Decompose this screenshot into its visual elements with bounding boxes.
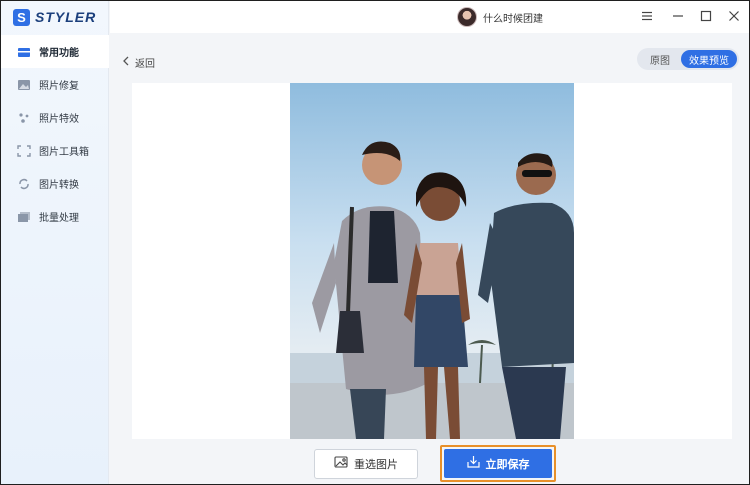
menu-icon[interactable] <box>640 9 654 23</box>
sidebar-item-batch[interactable]: 批量处理 <box>1 200 109 233</box>
avatar[interactable] <box>457 7 477 27</box>
image-restore-icon <box>17 79 31 91</box>
main-panel: 返回 原图 效果预览 重选图片 立即保存 <box>110 33 749 484</box>
action-bar: 重选图片 立即保存 <box>110 439 749 484</box>
username: 什么时候团建 <box>483 13 543 25</box>
image-icon <box>334 455 348 473</box>
save-now-button[interactable]: 立即保存 <box>444 449 552 478</box>
sidebar-item-label: 图片转换 <box>39 180 79 191</box>
sidebar-item-image-convert[interactable]: 图片转换 <box>1 167 109 200</box>
reselect-label: 重选图片 <box>354 459 398 471</box>
toolbox-icon <box>17 46 31 58</box>
logo-mark: S <box>13 8 30 26</box>
sidebar-item-photo-effects[interactable]: 照片特效 <box>1 101 109 134</box>
photo-illustration <box>290 83 574 439</box>
convert-cycle-icon <box>17 178 31 190</box>
sidebar-nav: 常用功能 照片修复 照片特效 图片工具箱 图片转换 批量处理 <box>1 35 109 233</box>
back-button[interactable]: 返回 <box>122 53 155 71</box>
sidebar-item-image-toolbox[interactable]: 图片工具箱 <box>1 134 109 167</box>
app-name: STYLER <box>35 9 97 25</box>
toggle-original[interactable]: 原图 <box>639 50 681 68</box>
maximize-icon[interactable] <box>699 9 713 23</box>
download-icon <box>466 455 480 473</box>
crop-frame-icon <box>17 144 31 157</box>
toggle-effect-preview[interactable]: 效果预览 <box>681 50 737 68</box>
back-label: 返回 <box>135 58 155 70</box>
minimize-icon[interactable] <box>671 9 685 23</box>
title-bar: 什么时候团建 <box>110 1 749 33</box>
close-icon[interactable] <box>727 9 741 23</box>
sidebar-item-label: 照片修复 <box>39 81 79 92</box>
reselect-image-button[interactable]: 重选图片 <box>314 449 418 479</box>
preview-photo <box>290 83 574 439</box>
sidebar-item-label: 图片工具箱 <box>39 147 89 158</box>
sidebar-item-photo-restore[interactable]: 照片修复 <box>1 68 109 101</box>
app-window: S STYLER 常用功能 照片修复 照片特效 图片工具箱 图片转换 批量处理 … <box>0 0 750 485</box>
preview-canvas <box>132 83 732 439</box>
sparkle-icon <box>17 112 31 124</box>
sidebar-item-label: 常用功能 <box>39 48 79 59</box>
sidebar-item-label: 照片特效 <box>39 114 79 125</box>
chevron-left-icon <box>122 53 129 71</box>
sidebar-item-common[interactable]: 常用功能 <box>1 35 109 68</box>
app-logo: S STYLER <box>13 8 96 26</box>
save-highlight-frame: 立即保存 <box>440 445 556 482</box>
sidebar: S STYLER 常用功能 照片修复 照片特效 图片工具箱 图片转换 批量处理 <box>1 1 109 484</box>
view-toggle: 原图 效果预览 <box>637 48 739 70</box>
user-profile[interactable]: 什么时候团建 <box>457 7 543 27</box>
save-label: 立即保存 <box>485 458 530 471</box>
batch-stack-icon <box>17 211 31 223</box>
sidebar-item-label: 批量处理 <box>39 213 79 224</box>
